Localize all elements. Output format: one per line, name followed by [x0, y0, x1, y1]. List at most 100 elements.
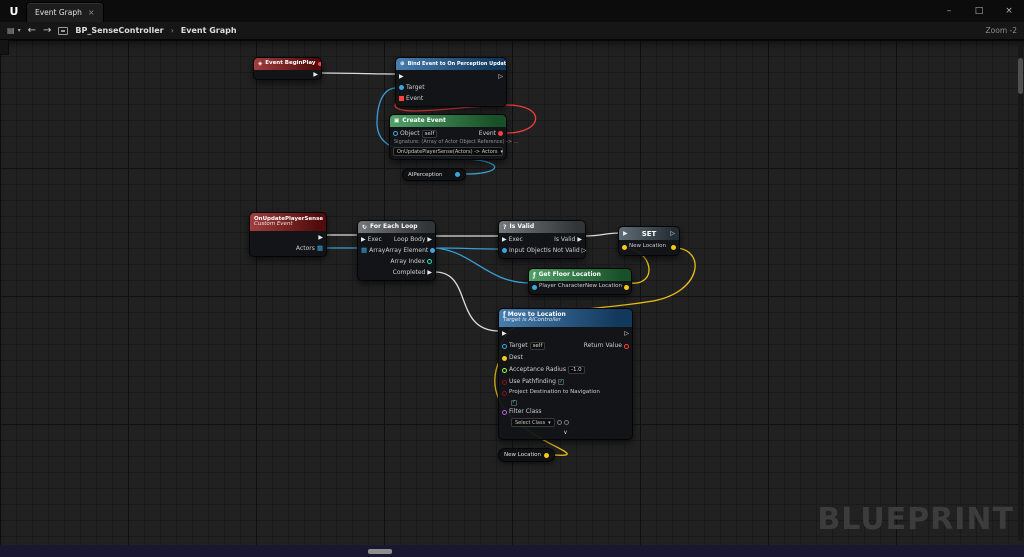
exec-in-pin[interactable]: ▶	[502, 236, 507, 243]
tab-close-icon[interactable]: ×	[88, 8, 95, 17]
pin-label: Completed	[392, 268, 426, 276]
project-destination-checkbox[interactable]: ✓	[511, 399, 517, 406]
filter-class-pin[interactable]	[502, 409, 507, 415]
maximize-button[interactable]: □	[964, 0, 994, 22]
minimize-button[interactable]: –	[934, 0, 964, 22]
wire-exec-isvalid-set	[584, 232, 620, 237]
object-pin[interactable]	[393, 131, 398, 136]
node-get-aiperception[interactable]: AIPerception	[402, 168, 466, 181]
event-icon: ◈	[258, 61, 263, 67]
array-in-pin[interactable]: ▦	[361, 247, 367, 254]
actors-array-pin[interactable]: ▦	[317, 245, 323, 252]
forward-button[interactable]: →	[43, 25, 51, 36]
is-valid-exec-pin[interactable]: ▶	[577, 236, 582, 243]
pin-label: Object	[400, 129, 420, 137]
player-character-pin[interactable]	[532, 284, 537, 290]
node-for-each-loop[interactable]: ↻ For Each Loop ▶ Exec Loop Body ▶ ▦ Arr…	[357, 220, 436, 281]
vector-out-pin[interactable]	[544, 452, 549, 458]
wire-layer	[320, 72, 696, 456]
completed-exec-pin[interactable]: ▶	[427, 269, 432, 276]
node-bind-event[interactable]: ⊕ Bind Event to On Perception Updated ▶ …	[395, 57, 507, 107]
node-subtitle: Target is AIController	[503, 317, 561, 324]
event-delegate-pin[interactable]	[498, 131, 503, 136]
exec-out-pin[interactable]: ▶	[313, 71, 318, 78]
object-out-pin[interactable]	[455, 172, 460, 177]
new-location-in-pin[interactable]	[622, 244, 627, 250]
panel-menu-icon[interactable]: ▤	[7, 26, 15, 35]
node-get-floor-location[interactable]: ƒ Get Floor Location Player Character Ne…	[528, 268, 632, 295]
vertical-scrollbar-thumb[interactable]	[1018, 58, 1023, 94]
node-subtitle: Custom Event	[254, 221, 293, 227]
status-bar	[0, 545, 1024, 557]
node-custom-event[interactable]: OnUpdatePlayerSense Custom Event ▶ Actor…	[249, 212, 327, 257]
input-object-pin[interactable]	[502, 248, 507, 253]
acceptance-radius-field[interactable]: -1.0	[567, 366, 585, 374]
title-bar: U Event Graph × – □ ×	[0, 0, 1024, 22]
exec-in-pin[interactable]: ▶	[502, 331, 507, 337]
back-button[interactable]: ←	[28, 25, 36, 36]
acceptance-radius-pin[interactable]	[502, 367, 507, 373]
exec-out-pin[interactable]: ▷	[670, 230, 675, 237]
return-value-pin[interactable]	[624, 343, 629, 349]
node-header[interactable]: ? Is Valid	[499, 221, 585, 233]
class-use-selected-icon[interactable]	[556, 420, 562, 425]
node-header[interactable]: ▣ Create Event	[390, 115, 506, 127]
target-value-field[interactable]: self	[529, 342, 546, 350]
event-signature-dropdown[interactable]: OnUpdatePlayerSense(Actors) -> Actors ▾	[393, 147, 503, 156]
pin-label: Is Valid	[554, 235, 576, 243]
vertical-scrollbar[interactable]	[1018, 42, 1023, 541]
new-location-out-pin[interactable]	[671, 244, 676, 250]
node-header[interactable]: ⊕ Bind Event to On Perception Updated	[396, 58, 506, 70]
node-header[interactable]: ▶ SET ▷	[619, 227, 679, 240]
pin-label: New Location	[585, 283, 623, 290]
exec-in-pin[interactable]: ▶	[361, 236, 366, 243]
tab-event-graph[interactable]: Event Graph ×	[26, 2, 104, 22]
function-icon: ƒ	[533, 271, 536, 279]
pin-label: Array	[369, 246, 386, 254]
node-set-new-location[interactable]: ▶ SET ▷ New Location	[618, 226, 680, 256]
exec-out-pin[interactable]: ▷	[498, 73, 503, 80]
use-pathfinding-checkbox[interactable]: ✓	[557, 379, 564, 385]
node-header[interactable]: ↻ For Each Loop	[358, 221, 435, 233]
breadcrumb-root[interactable]: BP_SenseController	[75, 26, 163, 35]
node-create-event[interactable]: ▣ Create Event Object self Event Signatu…	[389, 114, 519, 160]
node-header[interactable]: ƒ Get Floor Location	[529, 269, 631, 281]
event-delegate-pin[interactable]	[399, 96, 404, 101]
class-browse-icon[interactable]	[563, 420, 569, 425]
node-header[interactable]: OnUpdatePlayerSense Custom Event	[250, 213, 326, 231]
filter-class-dropdown[interactable]: Select Class ▾	[511, 418, 555, 427]
delegate-pin[interactable]	[318, 62, 321, 66]
node-event-beginplay[interactable]: ◈ Event BeginPlay ▶	[253, 57, 322, 80]
node-move-to-location[interactable]: ƒ Move to Location Target is AIControlle…	[498, 308, 633, 440]
exec-in-pin[interactable]: ▶	[399, 73, 404, 80]
node-header[interactable]: ◈ Event BeginPlay	[254, 58, 321, 70]
target-pin[interactable]	[502, 343, 507, 349]
tab-title: Event Graph	[35, 8, 82, 17]
array-element-pin[interactable]	[430, 248, 436, 253]
pin-label: Exec	[508, 235, 523, 243]
object-value-field[interactable]: self	[421, 129, 438, 138]
project-destination-pin[interactable]	[502, 390, 507, 396]
variable-label: AIPerception	[408, 171, 443, 178]
close-button[interactable]: ×	[994, 0, 1024, 22]
pin-label: Input Object	[509, 246, 546, 254]
expand-node-chevron-icon[interactable]: ∨	[563, 429, 567, 436]
graph-canvas[interactable]: ◈ Event BeginPlay ▶ ⊕ Bind Event to On P…	[0, 40, 1024, 545]
dest-pin[interactable]	[502, 355, 507, 361]
new-location-out-pin[interactable]	[624, 284, 630, 290]
target-object-pin[interactable]	[399, 85, 404, 90]
exec-out-pin[interactable]: ▷	[624, 331, 629, 337]
node-get-new-location[interactable]: New Location	[498, 448, 555, 462]
is-not-valid-exec-pin[interactable]: ▷	[582, 247, 587, 254]
array-index-pin[interactable]	[427, 259, 432, 264]
node-is-valid[interactable]: ? Is Valid ▶ Exec Is Valid ▶ Input Objec…	[498, 220, 586, 259]
panel-menu-caret-icon[interactable]: ▾	[18, 27, 21, 34]
exec-out-pin[interactable]: ▶	[318, 234, 323, 241]
node-header[interactable]: ƒ Move to Location Target is AIControlle…	[499, 309, 632, 327]
exec-in-pin[interactable]: ▶	[623, 230, 628, 237]
loop-body-exec-pin[interactable]: ▶	[427, 236, 432, 243]
pin-label: Use Pathfinding	[509, 378, 556, 385]
breadcrumb-current[interactable]: Event Graph	[181, 26, 237, 35]
horizontal-scrollbar-thumb[interactable]	[368, 549, 392, 554]
use-pathfinding-pin[interactable]	[502, 379, 507, 385]
